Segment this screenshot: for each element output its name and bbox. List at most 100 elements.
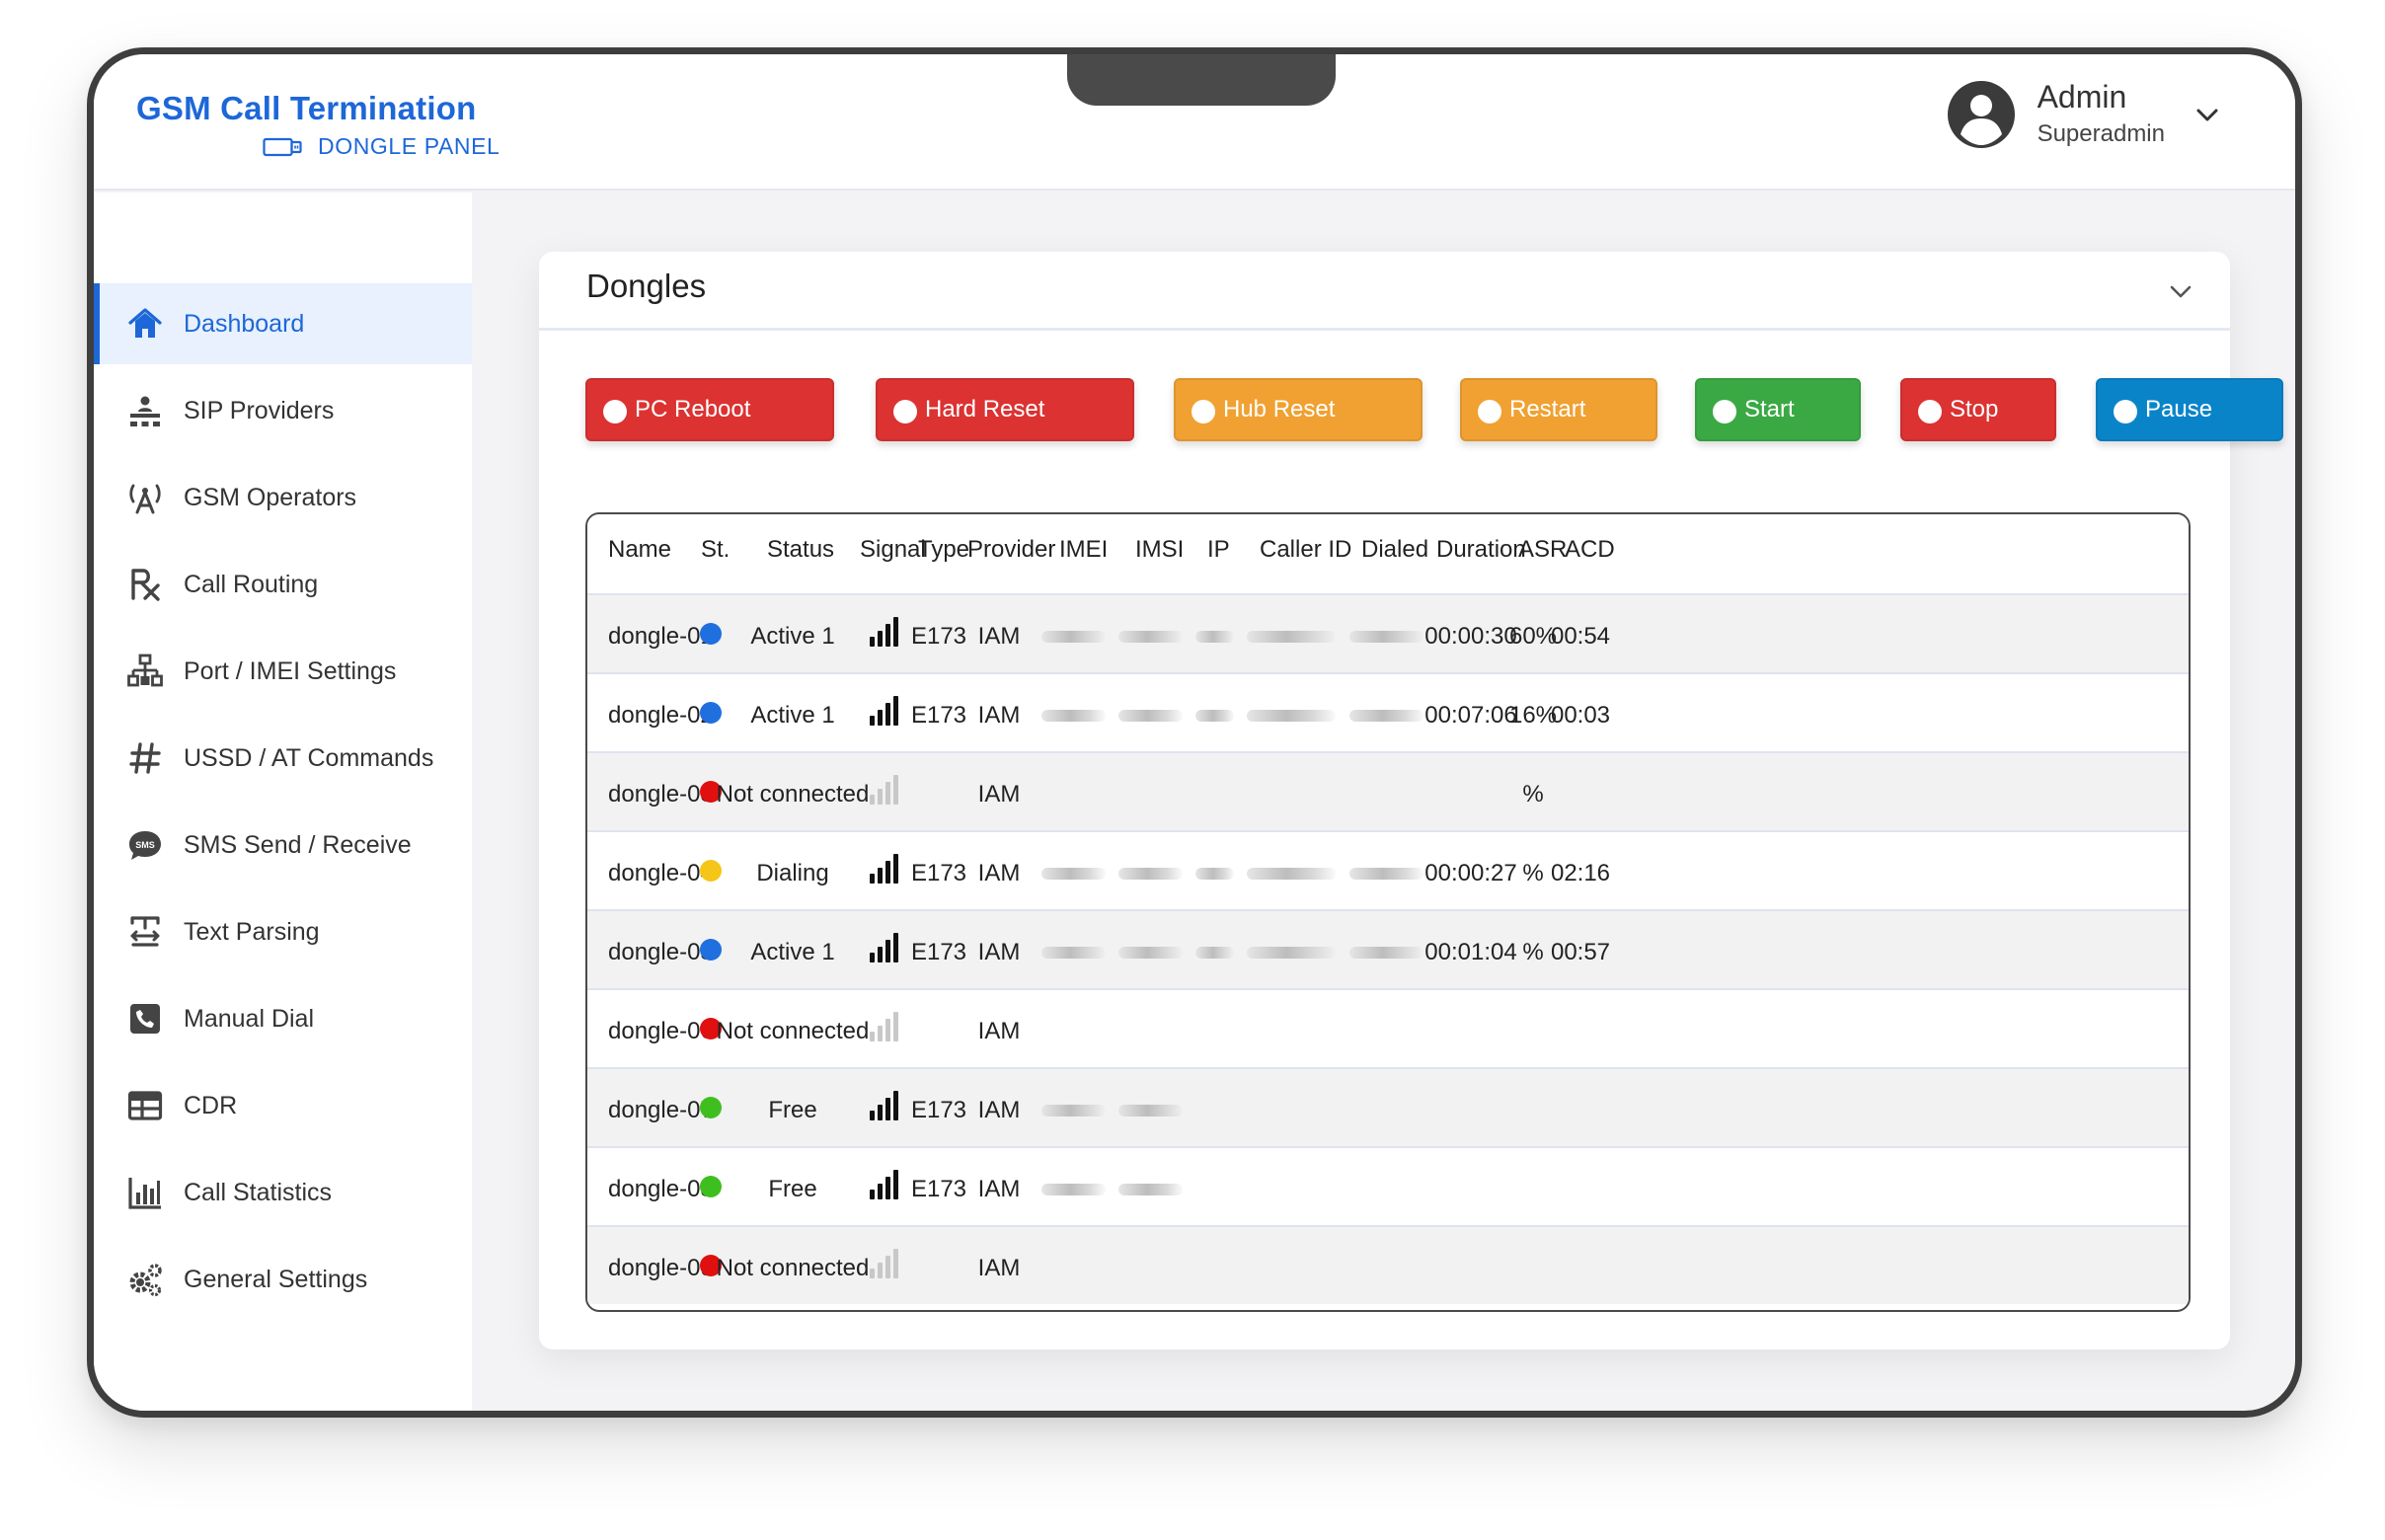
column-header-ip[interactable]: IP (1207, 536, 1230, 564)
table-row[interactable]: dongle-09 Not connected IAM (587, 1225, 2189, 1304)
gears-icon (126, 1261, 164, 1298)
asr-value: 60% (1508, 623, 1558, 650)
dialed-redacted-value (1349, 868, 1423, 880)
column-header-signal[interactable]: Signal (860, 536, 926, 564)
signal-strength-icon (868, 773, 901, 807)
callerid-redacted-value (1247, 947, 1336, 959)
column-header-type[interactable]: Type (918, 536, 969, 564)
radio-dot-icon (1918, 400, 1942, 424)
sidebar-item-call-statistics[interactable]: Call Statistics (94, 1152, 472, 1233)
button-label: Stop (1950, 396, 1999, 423)
signal-strength-icon (868, 1247, 901, 1280)
brand-title[interactable]: GSM Call Termination (136, 90, 476, 127)
device-notch (1067, 54, 1336, 106)
column-header-st[interactable]: St. (701, 536, 730, 564)
dongle-provider: IAM (977, 1255, 1021, 1281)
table-row[interactable]: dongle-02 Active 1 E173 IAM 00:07:06 16% 00:03 (587, 672, 2189, 751)
radio-dot-icon (603, 400, 627, 424)
column-header-name[interactable]: Name (608, 536, 671, 564)
sms-bubble-icon: SMS (126, 826, 164, 864)
user-avatar-icon (1947, 81, 2015, 148)
brand-subtitle-text: DONGLE PANEL (318, 133, 500, 159)
table-row[interactable]: dongle-01 Active 1 E173 IAM 00:00:30 60% 00:54 (587, 593, 2189, 672)
restart-button[interactable]: Restart (1460, 378, 1657, 441)
sidebar-item-dashboard[interactable]: Dashboard (94, 283, 472, 364)
dongle-type: E173 (910, 939, 967, 965)
hard-reset-button[interactable]: Hard Reset (876, 378, 1134, 441)
card-title: Dongles (586, 268, 707, 304)
dongle-icon (263, 137, 302, 157)
column-header-duration[interactable]: Duration (1436, 536, 1526, 564)
card-header[interactable]: Dongles (539, 252, 2230, 331)
user-menu[interactable]: Admin Superadmin (1947, 78, 2220, 151)
dongle-type: E173 (910, 1176, 967, 1202)
signal-strength-icon (868, 852, 901, 886)
sidebar-item-port-imei-settings[interactable]: Port / IMEI Settings (94, 631, 472, 712)
chevron-down-icon[interactable] (2194, 102, 2220, 127)
column-header-acd[interactable]: ACD (1565, 536, 1615, 564)
imei-redacted-value (1041, 631, 1106, 643)
column-header-status[interactable]: Status (767, 536, 834, 564)
dongle-name: dongle-09 (608, 1255, 714, 1281)
sidebar-item-sip-providers[interactable]: SIP Providers (94, 370, 472, 451)
user-name: Admin (2037, 79, 2127, 115)
dongle-status: Dialing (756, 860, 829, 886)
table-row[interactable]: dongle-07 Free E173 IAM (587, 1067, 2189, 1146)
dongle-status: Active 1 (750, 702, 835, 729)
signal-strength-icon (868, 1089, 901, 1122)
prescription-icon (126, 566, 164, 603)
sidebar-item-label: Port / IMEI Settings (184, 656, 397, 685)
table-row[interactable]: dongle-05 Active 1 E173 IAM 00:01:04% 00:57 (587, 909, 2189, 988)
pause-button[interactable]: Pause (2096, 378, 2283, 441)
table-row[interactable]: dongle-08 Free E173 IAM (587, 1146, 2189, 1225)
signal-strength-icon (868, 694, 901, 728)
asr-value: % (1522, 860, 1544, 886)
hashtag-icon (126, 739, 164, 777)
column-header-provider[interactable]: Provider (967, 536, 1055, 564)
user-info: Admin Superadmin (2038, 78, 2165, 151)
call-duration: 00:01:04 (1424, 939, 1517, 965)
pc-reboot-button[interactable]: PC Reboot (585, 378, 834, 441)
sidebar-item-cdr[interactable]: CDR (94, 1065, 472, 1146)
sidebar-item-sms-send-receive[interactable]: SMS SMS Send / Receive (94, 805, 472, 886)
antenna-icon (126, 479, 164, 516)
sidebar-item-manual-dial[interactable]: Manual Dial (94, 978, 472, 1059)
signal-strength-icon (868, 931, 901, 964)
dongle-type: E173 (910, 702, 967, 729)
imsi-redacted-value (1118, 631, 1183, 643)
table-row[interactable]: dongle-03 Not connected IAM% (587, 751, 2189, 830)
table-row[interactable]: dongle-04 Dialing E173 IAM 00:00:27% 02:16 (587, 830, 2189, 909)
column-header-imei[interactable]: IMEI (1059, 536, 1108, 564)
collapse-chevron-icon[interactable] (2167, 277, 2194, 305)
state-indicator (700, 702, 722, 724)
dongle-name: dongle-03 (608, 781, 714, 808)
table-row[interactable]: dongle-06 Not connected IAM (587, 988, 2189, 1067)
column-header-dialed[interactable]: Dialed (1361, 536, 1428, 564)
column-header-asr[interactable]: ASR (1518, 536, 1567, 564)
app-window: GSM Call Termination DONGLE PANEL Admin … (87, 47, 2302, 1418)
stop-button[interactable]: Stop (1900, 378, 2056, 441)
callerid-redacted-value (1247, 868, 1336, 880)
sidebar-nav: Dashboard SIP Providers GSM Operators Call … (94, 283, 472, 1326)
sidebar-item-text-parsing[interactable]: Text Parsing (94, 891, 472, 972)
ip-redacted-value (1195, 868, 1234, 880)
dongle-status: Not connected (716, 781, 870, 808)
imsi-redacted-value (1118, 1184, 1183, 1195)
imei-redacted-value (1041, 1184, 1106, 1195)
sidebar-item-ussd-at-commands[interactable]: USSD / AT Commands (94, 718, 472, 799)
imei-redacted-value (1041, 1105, 1106, 1116)
sidebar-item-label: SMS Send / Receive (184, 830, 412, 859)
column-header-imsi[interactable]: IMSI (1135, 536, 1184, 564)
hub-reset-button[interactable]: Hub Reset (1174, 378, 1423, 441)
sidebar-item-general-settings[interactable]: General Settings (94, 1239, 472, 1320)
sidebar-item-label: General Settings (184, 1265, 368, 1293)
sidebar-item-gsm-operators[interactable]: GSM Operators (94, 457, 472, 538)
start-button[interactable]: Start (1695, 378, 1861, 441)
ip-redacted-value (1195, 710, 1234, 722)
dongle-status: Free (768, 1097, 817, 1123)
table-body: dongle-01 Active 1 E173 IAM 00:00:30 60% 00:54… (587, 593, 2189, 1304)
sidebar-item-call-routing[interactable]: Call Routing (94, 544, 472, 625)
column-header-caller-id[interactable]: Caller ID (1260, 536, 1351, 564)
state-indicator (700, 1097, 722, 1118)
svg-text:SMS: SMS (135, 840, 155, 850)
